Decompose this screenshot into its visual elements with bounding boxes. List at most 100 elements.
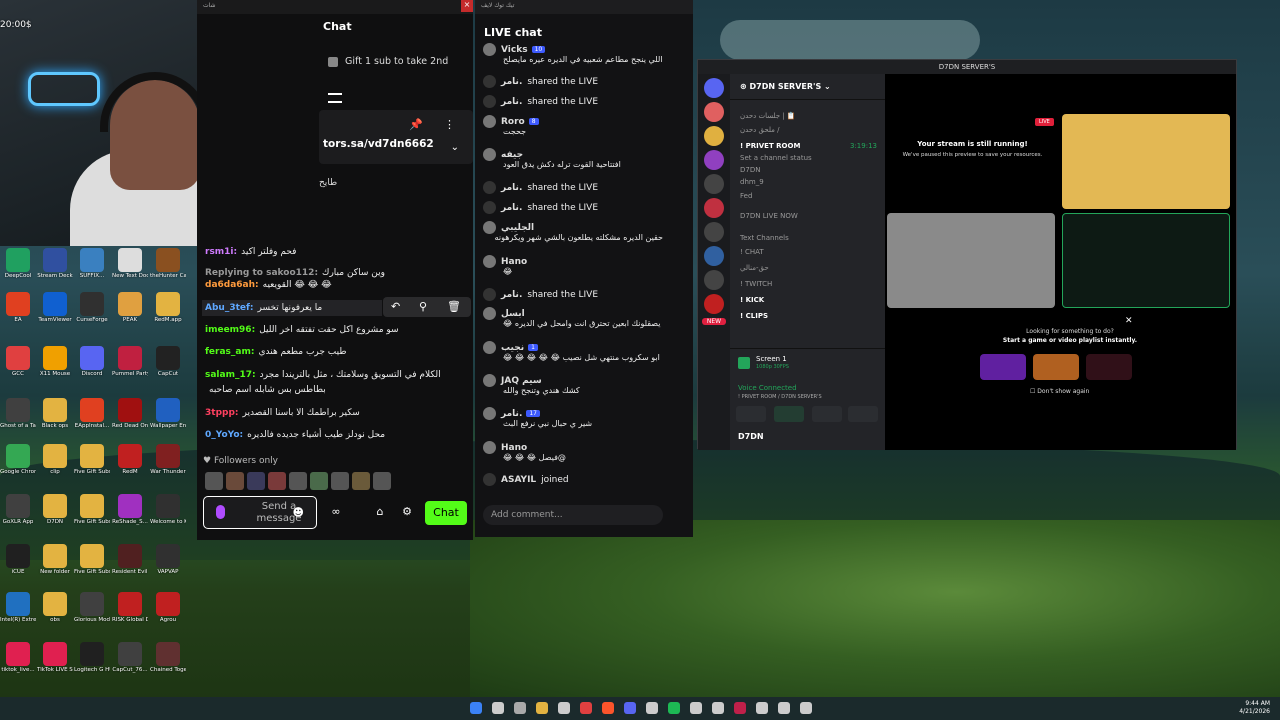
avatar[interactable]: [310, 472, 328, 490]
desktop-icon[interactable]: GoXLR App: [0, 494, 36, 525]
participant-tile[interactable]: [1062, 114, 1230, 209]
desktop-icon[interactable]: Chained Together: [150, 642, 186, 673]
desktop-icon[interactable]: New folder: [37, 544, 73, 575]
server-icon[interactable]: [704, 150, 724, 170]
channel-item[interactable]: ملحق دحدن /: [740, 126, 780, 134]
dont-show-checkbox[interactable]: ☐ Don't show again: [1030, 388, 1089, 395]
screen-share-toggle-button[interactable]: [736, 406, 766, 422]
desktop-icon[interactable]: CurseForge: [74, 292, 110, 323]
taskbar-app-icon[interactable]: [712, 702, 724, 714]
avatar[interactable]: [226, 472, 244, 490]
live-chat-item[interactable]: نامر. shared the LIVE: [483, 95, 688, 108]
desktop-icon[interactable]: CapCut_76...: [112, 642, 148, 673]
channel-item[interactable]: dhm_9: [740, 178, 764, 186]
chat-message[interactable]: imeem96: سو مشروع اكل حقت تفتقه اخر الليل: [205, 325, 399, 335]
desktop-icon[interactable]: TeamViewer: [37, 292, 73, 323]
desktop-icon[interactable]: PEAK: [112, 292, 148, 323]
chevron-down-icon[interactable]: ⌄: [451, 142, 459, 153]
desktop-icon[interactable]: CapCut: [150, 346, 186, 377]
desktop-icon[interactable]: TikTok LIVE Studio: [37, 642, 73, 673]
taskbar-app-icon[interactable]: [690, 702, 702, 714]
live-chat-item[interactable]: ASAYIL joined: [483, 473, 688, 486]
menu-icon[interactable]: [328, 93, 342, 103]
live-chat-username[interactable]: نجيب: [501, 343, 524, 353]
username[interactable]: D7DN: [738, 432, 764, 441]
live-chat-username[interactable]: نامر.: [501, 97, 522, 107]
infinity-icon[interactable]: ∞: [329, 505, 343, 519]
desktop-icon[interactable]: RISK Global Domination: [112, 592, 148, 623]
taskbar-app-icon[interactable]: [778, 702, 790, 714]
taskbar-app-icon[interactable]: [800, 702, 812, 714]
channel-item[interactable]: Text Channels: [740, 234, 789, 242]
live-chat-username[interactable]: نامر.: [501, 183, 522, 193]
participant-tile[interactable]: [887, 213, 1055, 308]
avatar[interactable]: [352, 472, 370, 490]
taskbar-app-icon[interactable]: [668, 702, 680, 714]
desktop-icon[interactable]: Black ops: [37, 398, 73, 429]
chat-message[interactable]: feras_am: طيب جرب مطعم هندي: [205, 347, 347, 357]
desktop-icon[interactable]: GCC: [0, 346, 36, 377]
channel-item[interactable]: ! CHAT: [740, 248, 764, 256]
taskbar-app-icon[interactable]: [624, 702, 636, 714]
desktop-icon[interactable]: RedM.app: [150, 292, 186, 323]
live-chat-username[interactable]: ابسل: [501, 309, 525, 319]
participant-tile[interactable]: [1062, 213, 1230, 308]
live-chat-username[interactable]: نامر.: [501, 77, 522, 87]
chat-message[interactable]: 3tppp: سكير براطمك الا باسنا القصدير: [205, 408, 360, 418]
desktop-icon[interactable]: Five Gift Subs: [74, 494, 110, 525]
soundboard-button[interactable]: [848, 406, 878, 422]
avatar[interactable]: [247, 472, 265, 490]
desktop-icon[interactable]: DeepCool: [0, 248, 36, 279]
channel-item[interactable]: جلسات دحدن | 📋: [740, 112, 796, 120]
voice-room[interactable]: ! PRIVET ROOM / D7DN SERVER'S: [738, 394, 822, 400]
activity-thumbnail[interactable]: [1033, 354, 1079, 380]
live-chat-username[interactable]: JAQ سيم: [501, 376, 542, 386]
desktop-icon[interactable]: obs: [37, 592, 73, 623]
emoji-icon[interactable]: ☻: [293, 506, 304, 519]
desktop-icon[interactable]: X11 Mouse: [37, 346, 73, 377]
desktop-icon[interactable]: Resident Evil Requiem: [112, 544, 148, 575]
microphone-icon[interactable]: [216, 505, 225, 519]
activities-button[interactable]: [812, 406, 842, 422]
live-chat-item[interactable]: نجيب 1 ابو سكروب منتهي شل نصيب 😂 😂 😂 😂 😂: [483, 341, 688, 362]
live-chat-item[interactable]: نامر. shared the LIVE: [483, 75, 688, 88]
server-icon[interactable]: [704, 78, 724, 98]
chat-message[interactable]: 0_YoYo: محل نودلز طيب أشياء جديده فالديره: [205, 430, 385, 440]
live-chat-item[interactable]: نامر. 17 شير ي حبال نبي نرفع البث: [483, 407, 688, 428]
live-chat-username[interactable]: نامر.: [501, 290, 522, 300]
live-chat-username[interactable]: Hano: [501, 443, 527, 453]
live-chat-item[interactable]: ابسل يصقلونك ابعين تحترق انت وامحل في الد…: [483, 307, 688, 328]
chat-message[interactable]: da6da6ah: القويعيه 😂 😂 😂: [205, 280, 332, 290]
chat-username[interactable]: da6da6ah:: [205, 280, 259, 290]
chat-send-button[interactable]: Chat: [425, 501, 467, 525]
gift-sub-banner[interactable]: Gift 1 sub to take 2nd: [328, 56, 474, 80]
channel-item[interactable]: ! CLIPS: [740, 312, 768, 320]
channel-item[interactable]: ! KICK: [740, 296, 764, 304]
desktop-icon[interactable]: ReShade_S...: [112, 494, 148, 525]
activity-thumbnail[interactable]: [980, 354, 1026, 380]
taskbar-app-icon[interactable]: [470, 702, 482, 714]
server-icon[interactable]: [704, 222, 724, 242]
chat-username[interactable]: imeem96:: [205, 325, 255, 335]
server-icon[interactable]: [704, 102, 724, 122]
taskbar-app-icon[interactable]: [646, 702, 658, 714]
screen-share-bar[interactable]: Screen 1 1080p 30FPS: [730, 348, 885, 378]
desktop-icon[interactable]: iCUE: [0, 544, 36, 575]
live-chat-item[interactable]: نامر. shared the LIVE: [483, 288, 688, 301]
chat-username[interactable]: salam_17:: [205, 370, 256, 380]
live-chat-item[interactable]: جيفه افتتاحية القوت ترله دكش يدق العود: [483, 148, 688, 169]
pinned-link[interactable]: tors.sa/vd7dn6662: [323, 138, 434, 150]
gear-icon[interactable]: ⚙: [400, 505, 414, 519]
taskbar-app-icon[interactable]: [492, 702, 504, 714]
desktop-icon[interactable]: Ghost of a Tale: [0, 398, 36, 429]
desktop-icon[interactable]: Stream Deck: [37, 248, 73, 279]
channel-item[interactable]: D7DN: [740, 166, 760, 174]
desktop-icon[interactable]: Google Chrome: [0, 444, 36, 475]
channel-item[interactable]: ! PRIVET ROOM: [740, 142, 800, 150]
live-chat-username[interactable]: جيفه: [501, 150, 523, 160]
taskbar-app-icon[interactable]: [756, 702, 768, 714]
desktop-icon[interactable]: EAppInstal...: [74, 398, 110, 429]
chat-username[interactable]: Abu_3tef:: [205, 303, 254, 313]
trash-icon[interactable]: 🗑: [447, 300, 461, 313]
desktop-icon[interactable]: clip: [37, 444, 73, 475]
